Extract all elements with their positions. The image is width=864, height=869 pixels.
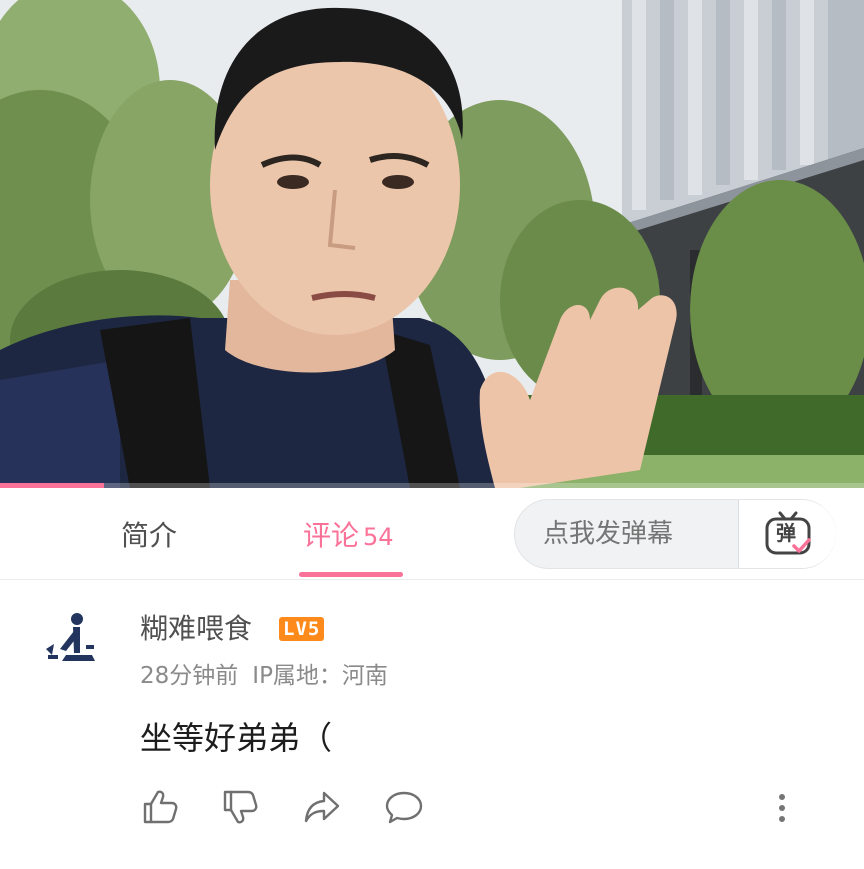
danmaku-input[interactable] — [543, 516, 723, 552]
tab-intro[interactable]: 简介 — [121, 518, 177, 554]
dislike-icon — [223, 790, 258, 824]
share-button[interactable] — [302, 787, 342, 827]
avatar-figure-icon — [46, 613, 95, 661]
dislike-button[interactable] — [220, 787, 260, 827]
comment-item: 糊难喂食 LV5 28分钟前 IP属地：河南 坐等好弟弟（ — [0, 581, 864, 869]
tab-comments-label: 评论 — [303, 519, 360, 552]
danmaku-send-button[interactable]: 弹 — [738, 500, 836, 568]
comment-username[interactable]: 糊难喂食 — [140, 611, 252, 647]
comment-time: 28分钟前 — [140, 663, 239, 689]
tab-active-indicator — [299, 572, 403, 577]
comment-ip-location: IP属地：河南 — [252, 663, 388, 689]
danmaku-bar: 弹 — [514, 499, 836, 569]
reply-icon — [385, 791, 423, 824]
tab-comments-count: 54 — [363, 523, 394, 551]
share-icon — [304, 791, 340, 823]
more-icon — [779, 794, 785, 822]
comment-text: 坐等好弟弟（ — [140, 719, 333, 757]
like-icon — [143, 790, 178, 824]
video-frame — [0, 0, 864, 488]
danmaku-button-glyph: 弹 — [776, 521, 796, 545]
user-level-badge: LV5 — [279, 617, 325, 641]
tab-intro-label: 简介 — [121, 519, 178, 552]
reply-button[interactable] — [384, 787, 424, 827]
like-button[interactable] — [140, 787, 180, 827]
avatar[interactable] — [40, 611, 100, 671]
more-button[interactable] — [770, 789, 794, 829]
comment-meta: 28分钟前 IP属地：河南 — [140, 661, 388, 691]
video-player[interactable] — [0, 0, 864, 488]
tab-comments[interactable]: 评论 54 — [303, 518, 394, 555]
